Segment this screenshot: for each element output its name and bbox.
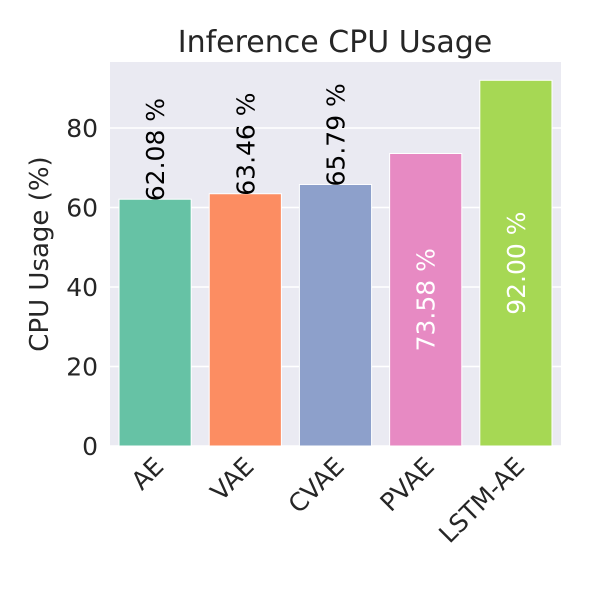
x-tick-label: PVAE (375, 452, 440, 517)
bar-value-label: 92.00 % (502, 212, 531, 315)
bar-chart: 0 20 40 60 80 AE VAE CVAE PVAELSTM-AE 62.08 % 63… (25, 25, 561, 549)
y-axis-label: CPU Usage (%) (25, 156, 55, 351)
bar-vae (208, 193, 282, 447)
x-tick-label: CVAE (283, 452, 350, 519)
chart-title: Inference CPU Usage (178, 25, 493, 60)
bar-value-label: 65.79 % (322, 83, 351, 186)
y-tick-labels: 0 20 40 60 80 (66, 114, 98, 461)
y-tick-label: 0 (82, 432, 98, 461)
x-tick-label: AE (126, 452, 170, 496)
bar-value-label: 62.08 % (141, 98, 170, 201)
x-tick-label: VAE (205, 452, 260, 507)
bar-value-label: 63.46 % (231, 92, 260, 195)
bar-cvae (298, 183, 373, 447)
bar-value-label: 73.58 % (412, 248, 441, 351)
x-tick-label: LSTM-AE (433, 452, 530, 549)
bar-ae (118, 198, 192, 447)
y-tick-label: 40 (66, 273, 98, 302)
y-tick-label: 20 (66, 352, 98, 381)
y-tick-label: 80 (66, 114, 98, 143)
x-tick-labels: AE VAE CVAE PVAELSTM-AE (126, 452, 531, 549)
y-tick-label: 60 (66, 193, 98, 222)
